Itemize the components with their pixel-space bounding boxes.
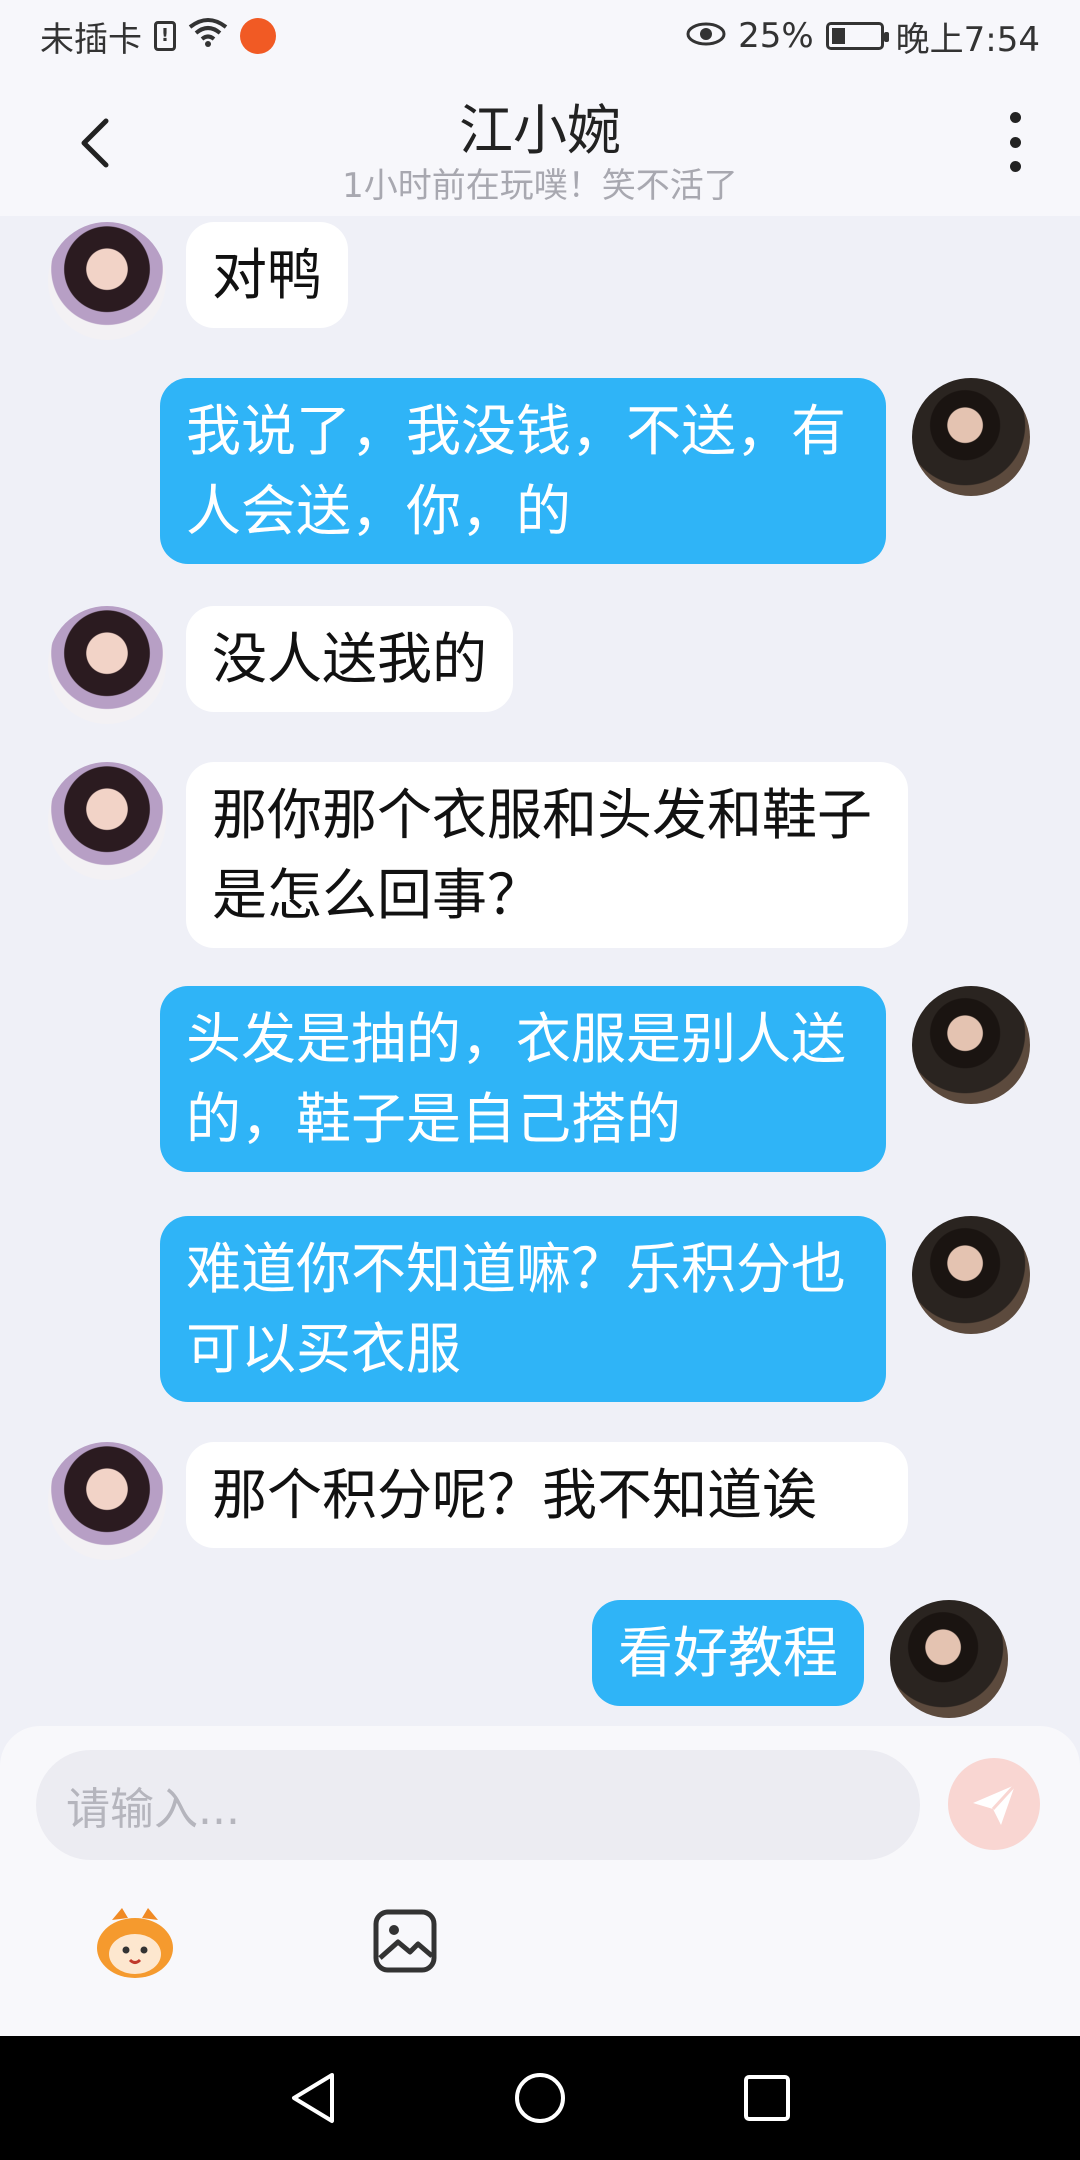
circle-home-icon xyxy=(514,2073,565,2123)
contact-avatar[interactable] xyxy=(48,606,166,724)
message-bubble[interactable]: 那你那个衣服和头发和鞋子是怎么回事？ xyxy=(186,762,908,948)
chat-title: 江小婉 xyxy=(459,99,621,162)
contact-avatar[interactable] xyxy=(48,762,166,880)
user-avatar[interactable] xyxy=(912,986,1030,1104)
nav-back-button[interactable] xyxy=(278,2063,348,2133)
message-outgoing: 头发是抽的，衣服是别人送的，鞋子是自己搭的 xyxy=(160,986,1030,1172)
status-time: 晚上7:54 xyxy=(895,19,1040,60)
square-recents-icon xyxy=(743,2075,790,2121)
battery-percent: 25% xyxy=(738,16,814,56)
message-incoming: 对鸭 xyxy=(48,222,349,340)
message-bubble[interactable]: 那个积分呢？我不知道诶 xyxy=(186,1442,908,1548)
battery-icon xyxy=(825,22,889,50)
status-bar: 未插卡 ! 25% 晚上7:54 xyxy=(0,0,1080,72)
emoji-mascot-icon xyxy=(97,1908,173,1978)
message-incoming: 那你那个衣服和头发和鞋子是怎么回事？ xyxy=(48,762,908,948)
message-outgoing: 难道你不知道嘛？乐积分也可以买衣服 xyxy=(160,1216,1030,1402)
more-vertical-icon xyxy=(1009,112,1021,123)
chat-subtitle: 1小时前在玩噗！笑不活了 xyxy=(342,166,738,206)
composer: 请输入... xyxy=(0,1726,1080,2036)
nav-recents-button[interactable] xyxy=(732,2063,802,2133)
chat-header: 江小婉 1小时前在玩噗！笑不活了 xyxy=(0,72,1080,216)
message-outgoing: 我说了，我没钱，不送，有人会送，你，的 xyxy=(160,378,1030,564)
message-input[interactable]: 请输入... xyxy=(36,1750,920,1860)
sim-icon: ! xyxy=(154,21,176,51)
carrier-label: 未插卡 xyxy=(40,19,142,60)
system-navigation-bar xyxy=(0,2036,1080,2160)
user-avatar[interactable] xyxy=(890,1600,1009,1718)
eye-icon xyxy=(686,16,726,56)
message-bubble[interactable]: 没人送我的 xyxy=(186,606,514,712)
message-list[interactable]: 对鸭 我说了，我没钱，不送，有人会送，你，的 没人送我的 那你那个衣服和头发和鞋… xyxy=(0,216,1080,1726)
image-button[interactable] xyxy=(370,1906,440,1976)
message-incoming: 那个积分呢？我不知道诶 xyxy=(48,1442,908,1560)
status-right: 25% 晚上7:54 xyxy=(686,12,1040,61)
user-avatar[interactable] xyxy=(912,1216,1030,1334)
status-left: 未插卡 ! xyxy=(40,12,276,61)
message-bubble[interactable]: 头发是抽的，衣服是别人送的，鞋子是自己搭的 xyxy=(160,986,886,1172)
message-bubble[interactable]: 看好教程 xyxy=(592,1600,865,1706)
wifi-icon xyxy=(188,16,228,56)
contact-avatar[interactable] xyxy=(48,1442,166,1560)
more-options-button[interactable] xyxy=(1000,112,1030,172)
message-bubble[interactable]: 我说了，我没钱，不送，有人会送，你，的 xyxy=(160,378,886,564)
message-bubble[interactable]: 难道你不知道嘛？乐积分也可以买衣服 xyxy=(160,1216,886,1402)
nav-home-button[interactable] xyxy=(505,2063,575,2133)
emoji-button[interactable] xyxy=(90,1902,180,1982)
user-avatar[interactable] xyxy=(912,378,1030,496)
triangle-back-icon xyxy=(292,2073,335,2123)
send-plane-icon xyxy=(973,1783,1017,1825)
message-incoming: 没人送我的 xyxy=(48,606,514,724)
contact-avatar[interactable] xyxy=(48,222,166,340)
message-outgoing: 看好教程 xyxy=(592,1600,1009,1718)
image-icon xyxy=(373,1909,437,1973)
send-button[interactable] xyxy=(948,1758,1040,1850)
app-notification-icon xyxy=(240,18,276,54)
message-bubble[interactable]: 对鸭 xyxy=(186,222,349,328)
